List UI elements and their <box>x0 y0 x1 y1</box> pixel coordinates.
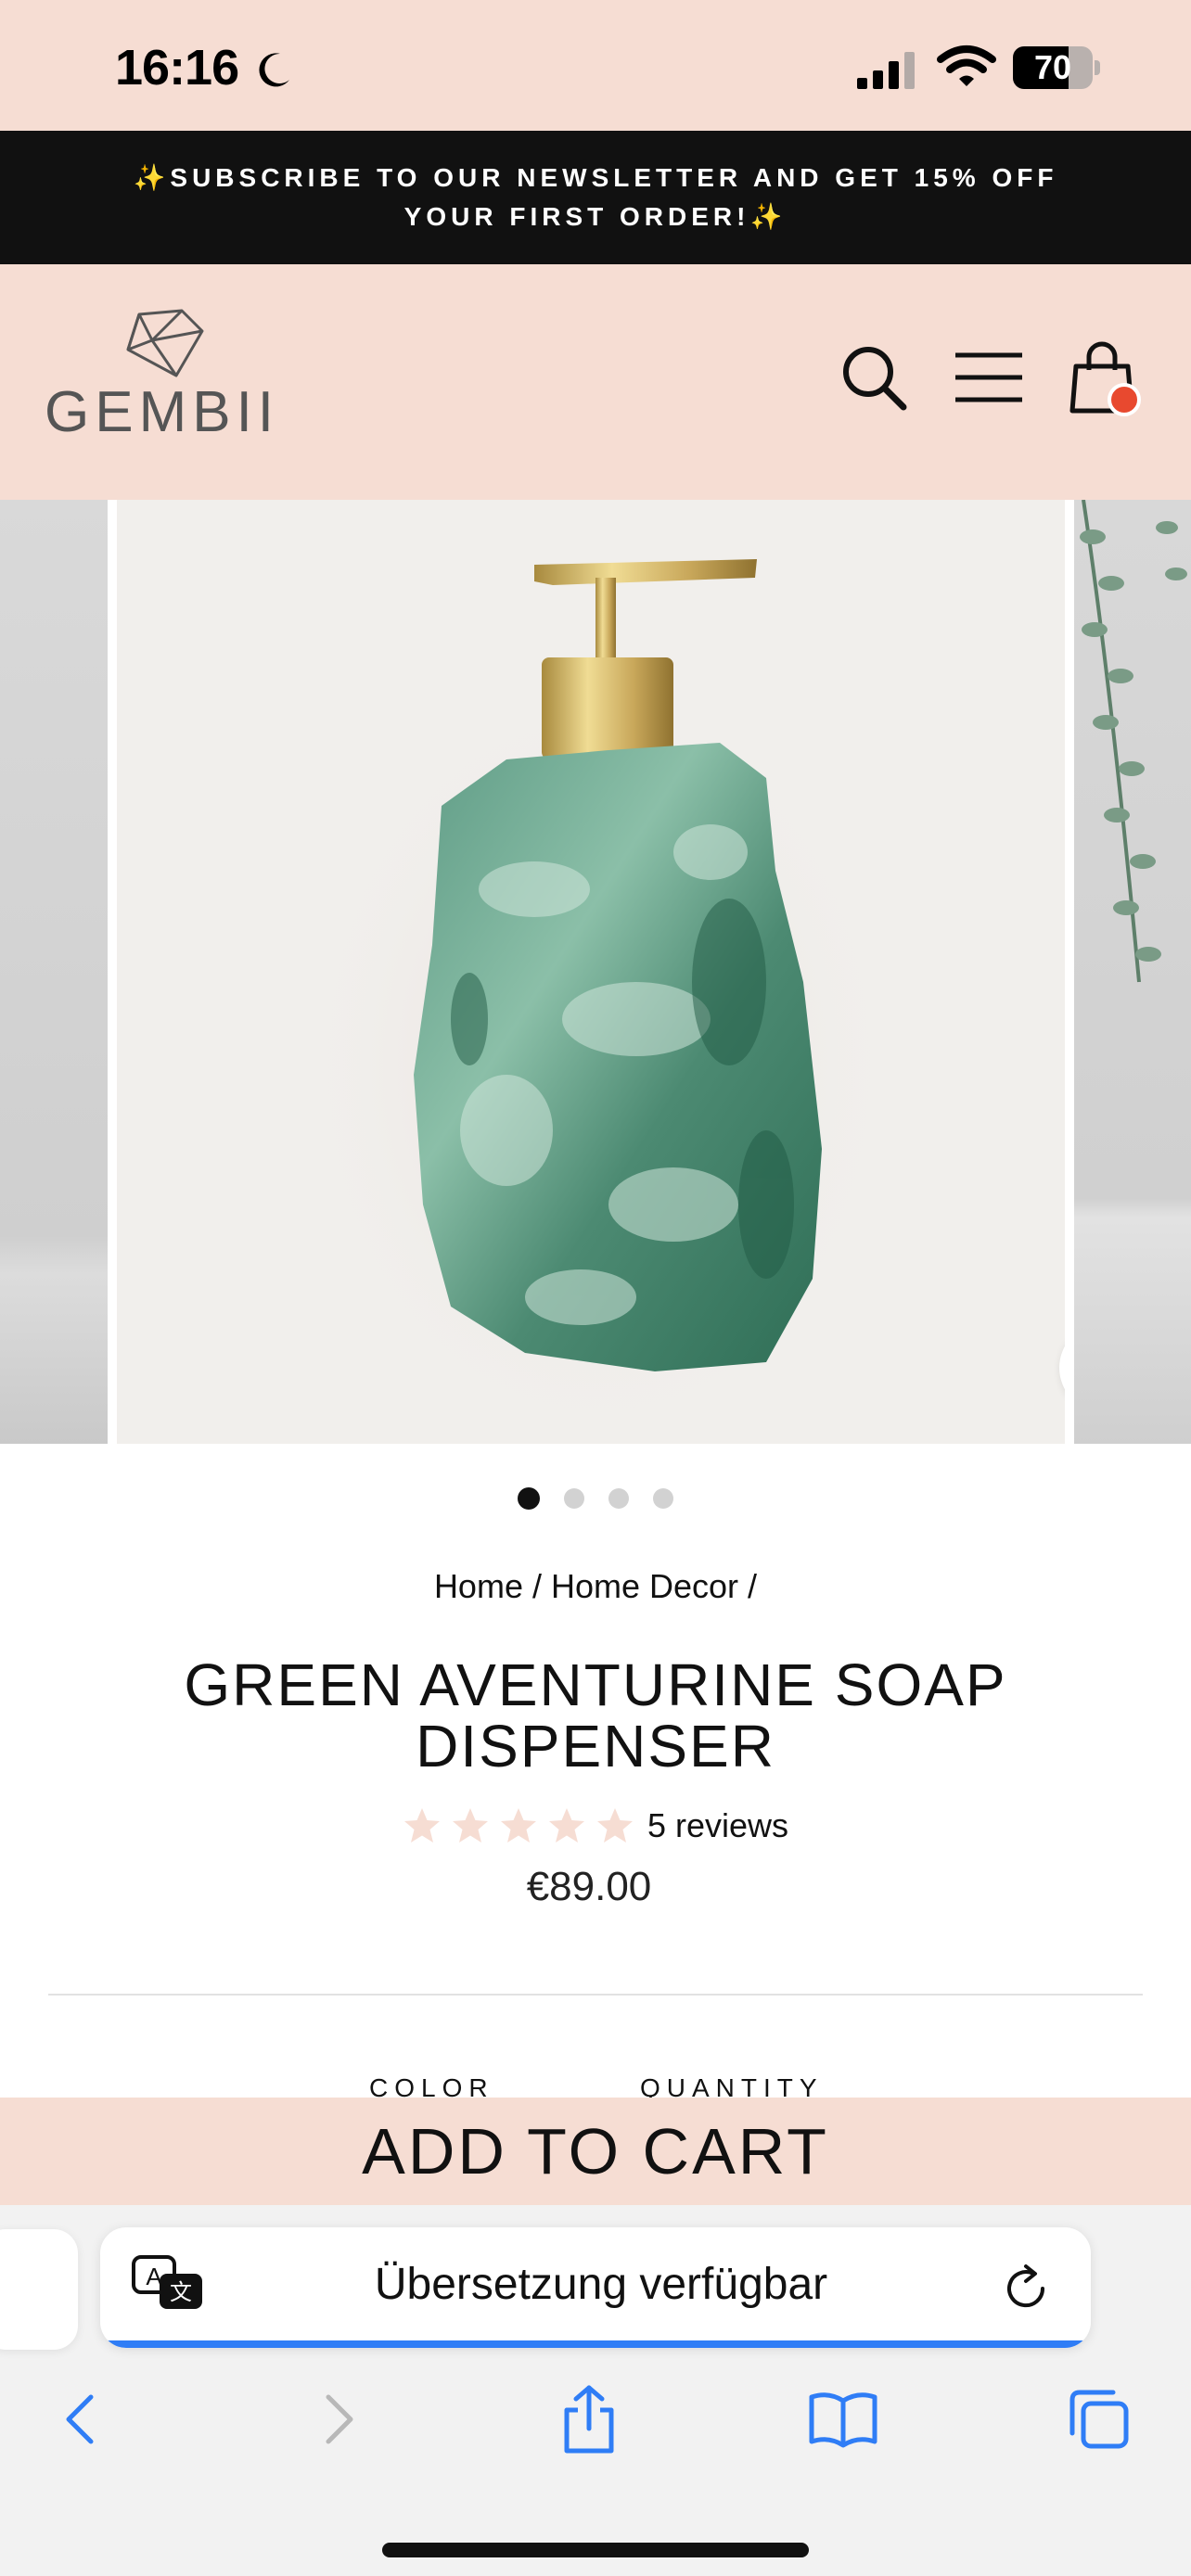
bookmarks-button[interactable] <box>801 2378 885 2461</box>
back-icon <box>66 2394 94 2444</box>
cart-button[interactable] <box>1063 338 1141 416</box>
signal-icon <box>857 52 915 89</box>
status-time: 16:16 <box>115 40 239 96</box>
bookmarks-icon <box>809 2392 877 2448</box>
gallery-dot[interactable] <box>653 1488 673 1509</box>
logo-text: GEMBII <box>45 380 280 444</box>
status-bar: 16:16 70 <box>0 0 1191 131</box>
forward-button[interactable] <box>297 2378 380 2461</box>
star-icon <box>596 1808 633 1843</box>
star-icon <box>548 1808 584 1843</box>
newsletter-announcement-bar[interactable]: ✨SUBSCRIBE TO OUR NEWSLETTER AND GET 15%… <box>0 131 1191 264</box>
gallery-slide-main[interactable] <box>117 500 1065 1444</box>
star-icon <box>500 1808 536 1843</box>
tabs-button[interactable] <box>1057 2378 1141 2461</box>
product-image <box>293 559 905 1444</box>
reviews-link[interactable]: 5 reviews <box>647 1806 788 1845</box>
address-text: Übersetzung verfügbar <box>374 2260 828 2309</box>
star-icon <box>452 1808 488 1843</box>
product-title: GREEN AVENTURINE SOAP DISPENSER <box>184 1651 1007 1779</box>
logo[interactable]: GEMBII <box>45 309 276 448</box>
product-gallery[interactable] <box>0 500 1191 1444</box>
menu-button[interactable] <box>950 338 1028 416</box>
address-bar[interactable]: A 文 Übersetzung verfügbar <box>100 2227 1091 2348</box>
tabs-icon <box>1069 2390 1129 2449</box>
gallery-slide-next[interactable] <box>1074 500 1191 1444</box>
gallery-slide-previous[interactable] <box>0 500 108 1444</box>
share-button[interactable] <box>547 2378 631 2461</box>
product-rating[interactable]: 5 reviews <box>0 1806 1191 1845</box>
cart-badge <box>1108 383 1141 416</box>
rating-stars <box>403 1806 634 1845</box>
home-indicator <box>382 2543 809 2557</box>
star-icon <box>403 1808 440 1843</box>
battery-icon: 70 <box>1013 46 1100 89</box>
forward-icon <box>326 2394 353 2444</box>
divider <box>48 1994 1143 1996</box>
gallery-pagination <box>0 1487 1191 1510</box>
moon-icon <box>259 53 289 87</box>
menu-icon <box>955 352 1022 402</box>
search-button[interactable] <box>835 338 913 416</box>
add-to-cart-button[interactable]: ADD TO CART <box>0 2098 1191 2205</box>
breadcrumb[interactable]: Home / Home Decor / <box>0 1567 1191 1606</box>
browser-nav-row <box>0 2378 1191 2470</box>
previous-tab-preview[interactable] <box>0 2229 78 2350</box>
gallery-dot[interactable] <box>518 1487 540 1510</box>
back-button[interactable] <box>39 2378 122 2461</box>
product-price: €89.00 <box>526 1864 652 1909</box>
site-header: GEMBII <box>0 264 1191 500</box>
search-icon <box>843 347 907 411</box>
gallery-dot[interactable] <box>564 1488 584 1509</box>
gem-logo-icon <box>126 309 204 377</box>
announcement-text: ✨SUBSCRIBE TO OUR NEWSLETTER AND GET 15%… <box>133 163 1058 231</box>
reload-icon[interactable] <box>998 2261 1054 2316</box>
svg-text:文: 文 <box>170 2279 192 2305</box>
share-icon <box>564 2385 614 2454</box>
translate-icon[interactable]: A 文 <box>132 2255 206 2315</box>
wifi-icon <box>937 45 996 86</box>
plant-image <box>1080 500 1187 983</box>
battery-level: 70 <box>1033 48 1072 86</box>
gallery-dot[interactable] <box>608 1488 629 1509</box>
browser-toolbar: A 文 Übersetzung verfügbar <box>0 2205 1191 2576</box>
page-load-progress <box>100 2340 1091 2348</box>
